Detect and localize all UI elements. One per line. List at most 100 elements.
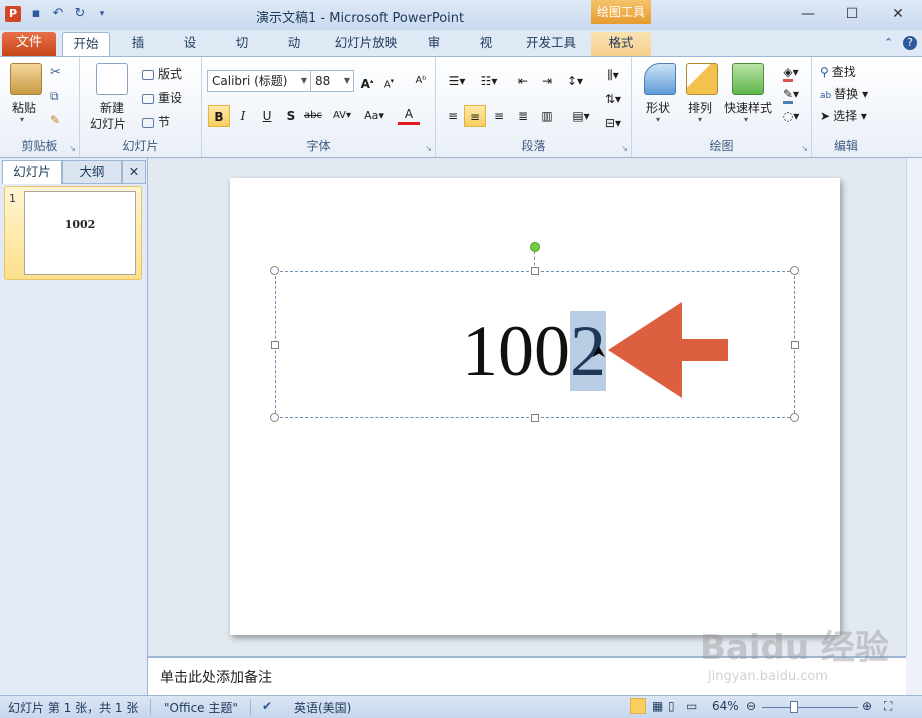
tab-developer[interactable]: 开发工具 <box>516 32 586 56</box>
grow-font-icon[interactable]: A▴ <box>356 70 378 92</box>
undo-icon[interactable]: ↶ <box>50 6 66 22</box>
spellcheck-icon[interactable]: ✔ <box>262 699 272 713</box>
slide-sorter-icon[interactable]: ▦ <box>652 699 663 713</box>
font-name-combo[interactable]: Calibri (标题) ▼ <box>207 70 311 92</box>
align-center-icon[interactable]: ≡ <box>464 105 486 127</box>
close-button[interactable]: ✕ <box>876 0 920 30</box>
italic-button[interactable]: I <box>232 105 254 127</box>
paste-dropdown-icon[interactable]: ▾ <box>20 115 24 124</box>
character-spacing-button[interactable]: AV▾ <box>328 105 356 127</box>
arrange-icon[interactable] <box>686 63 718 95</box>
font-launcher-icon[interactable]: ↘ <box>425 144 432 153</box>
zoom-in-icon[interactable]: ⊕ <box>862 699 872 713</box>
arrange-dropdown-icon[interactable]: ▾ <box>698 115 702 124</box>
resize-handle-right[interactable] <box>791 341 799 349</box>
close-panel-icon[interactable]: ✕ <box>122 160 146 184</box>
shadow-button[interactable]: S <box>280 105 302 127</box>
tab-animations[interactable]: 动画 <box>272 32 316 72</box>
slide-thumbnail-selected[interactable]: 1 1002 <box>4 186 142 280</box>
tab-slides-panel[interactable]: 幻灯片 <box>2 160 62 184</box>
paragraph-launcher-icon[interactable]: ↘ <box>621 144 628 153</box>
align-left-icon[interactable]: ≡ <box>442 105 464 127</box>
notes-scrollbar[interactable] <box>906 656 922 695</box>
rotation-handle[interactable] <box>530 242 540 252</box>
normal-view-icon[interactable] <box>630 698 646 714</box>
save-icon[interactable]: ▪ <box>28 6 44 22</box>
change-case-button[interactable]: Aa▾ <box>360 105 388 127</box>
resize-handle-top-left[interactable] <box>270 266 279 275</box>
resize-handle-top-right[interactable] <box>790 266 799 275</box>
tab-review[interactable]: 审阅 <box>412 32 456 72</box>
customize-qat-icon[interactable]: ▾ <box>94 6 110 22</box>
help-icon[interactable]: ? <box>903 36 917 50</box>
quick-styles-dropdown-icon[interactable]: ▾ <box>744 115 748 124</box>
decrease-indent-icon[interactable]: ⇤ <box>512 70 534 92</box>
resize-handle-left[interactable] <box>271 341 279 349</box>
strikethrough-button[interactable]: abc <box>302 105 324 127</box>
section-button[interactable]: 节 <box>142 113 170 130</box>
collapse-ribbon-icon[interactable]: ⌃ <box>884 36 893 49</box>
new-slide-button[interactable]: 幻灯片 <box>90 115 126 132</box>
maximize-button[interactable]: ☐ <box>830 0 874 30</box>
resize-handle-top[interactable] <box>531 267 539 275</box>
new-slide-label-line1[interactable]: 新建 <box>100 99 124 116</box>
shape-outline-icon[interactable]: ✎▾ <box>776 83 806 105</box>
text-direction-icon[interactable]: ⇅▾ <box>600 88 626 110</box>
resize-handle-bottom[interactable] <box>531 414 539 422</box>
tab-design[interactable]: 设计 <box>168 32 212 72</box>
font-size-combo[interactable]: 88 ▼ <box>310 70 354 92</box>
tab-transitions[interactable]: 切换 <box>220 32 264 72</box>
layout-button[interactable]: 版式 <box>142 65 182 82</box>
arrange-button[interactable]: 排列 <box>688 99 712 116</box>
resize-handle-bottom-left[interactable] <box>270 413 279 422</box>
quick-styles-button[interactable]: 快速样式 <box>724 99 772 116</box>
align-text-icon[interactable]: ⊟▾ <box>600 112 626 134</box>
new-slide-icon[interactable] <box>96 63 128 95</box>
tab-format[interactable]: 格式 <box>591 32 651 56</box>
vertical-scrollbar[interactable] <box>906 158 922 656</box>
find-button[interactable]: ⚲ 查找 <box>820 63 856 80</box>
increase-indent-icon[interactable]: ⇥ <box>536 70 558 92</box>
slideshow-view-icon[interactable]: ▭ <box>686 699 697 713</box>
theme-status[interactable]: "Office 主题" <box>164 699 238 716</box>
minimize-button[interactable]: — <box>786 0 830 30</box>
shape-effects-icon[interactable]: ◌▾ <box>776 105 806 127</box>
quick-styles-icon[interactable] <box>732 63 764 95</box>
tab-slideshow[interactable]: 幻灯片放映 <box>324 32 408 56</box>
shrink-font-icon[interactable]: A▾ <box>378 70 400 92</box>
bold-button[interactable]: B <box>208 105 230 127</box>
notes-placeholder[interactable]: 单击此处添加备注 <box>160 667 272 687</box>
paste-button[interactable]: 粘贴 <box>12 99 36 116</box>
powerpoint-app-icon[interactable]: P <box>5 6 21 22</box>
resize-handle-bottom-right[interactable] <box>790 413 799 422</box>
align-right-icon[interactable]: ≡ <box>488 105 510 127</box>
numbering-icon[interactable]: ☷▾ <box>476 70 502 92</box>
distributed-icon[interactable]: ▥ <box>536 105 558 127</box>
tab-view[interactable]: 视图 <box>464 32 508 72</box>
zoom-slider-thumb[interactable] <box>790 701 798 713</box>
justify-icon[interactable]: ≣ <box>512 105 534 127</box>
copy-icon[interactable]: ⧉ <box>50 89 59 104</box>
reading-view-icon[interactable]: ▯ <box>668 699 675 713</box>
shapes-icon[interactable] <box>644 63 676 95</box>
font-color-button[interactable]: A <box>398 105 420 125</box>
redo-icon[interactable]: ↻ <box>72 6 88 22</box>
select-button[interactable]: ➤ 选择 ▾ <box>820 107 867 124</box>
reset-button[interactable]: 重设 <box>142 89 182 106</box>
tab-file[interactable]: 文件 <box>2 32 56 56</box>
zoom-level[interactable]: 64% <box>712 699 739 713</box>
fit-to-window-icon[interactable]: ⛶ <box>884 699 892 714</box>
paste-icon[interactable] <box>10 63 42 95</box>
clipboard-launcher-icon[interactable]: ↘ <box>69 144 76 153</box>
smartart-columns-icon[interactable]: ▤▾ <box>568 105 594 127</box>
slide-thumbnail[interactable]: 1002 <box>24 191 136 275</box>
line-spacing-icon[interactable]: ↕▾ <box>562 70 588 92</box>
language-status[interactable]: 英语(美国) <box>294 699 351 716</box>
shapes-button[interactable]: 形状 <box>646 99 670 116</box>
tab-insert[interactable]: 插入 <box>116 32 160 72</box>
clear-formatting-icon[interactable]: Aᵇ <box>410 70 432 92</box>
cut-icon[interactable]: ✂ <box>50 65 61 80</box>
columns-icon[interactable]: ⫼▾ <box>600 64 626 86</box>
format-painter-icon[interactable]: ✎ <box>50 113 60 127</box>
slide[interactable]: 1002 ⮝ <box>230 178 840 635</box>
